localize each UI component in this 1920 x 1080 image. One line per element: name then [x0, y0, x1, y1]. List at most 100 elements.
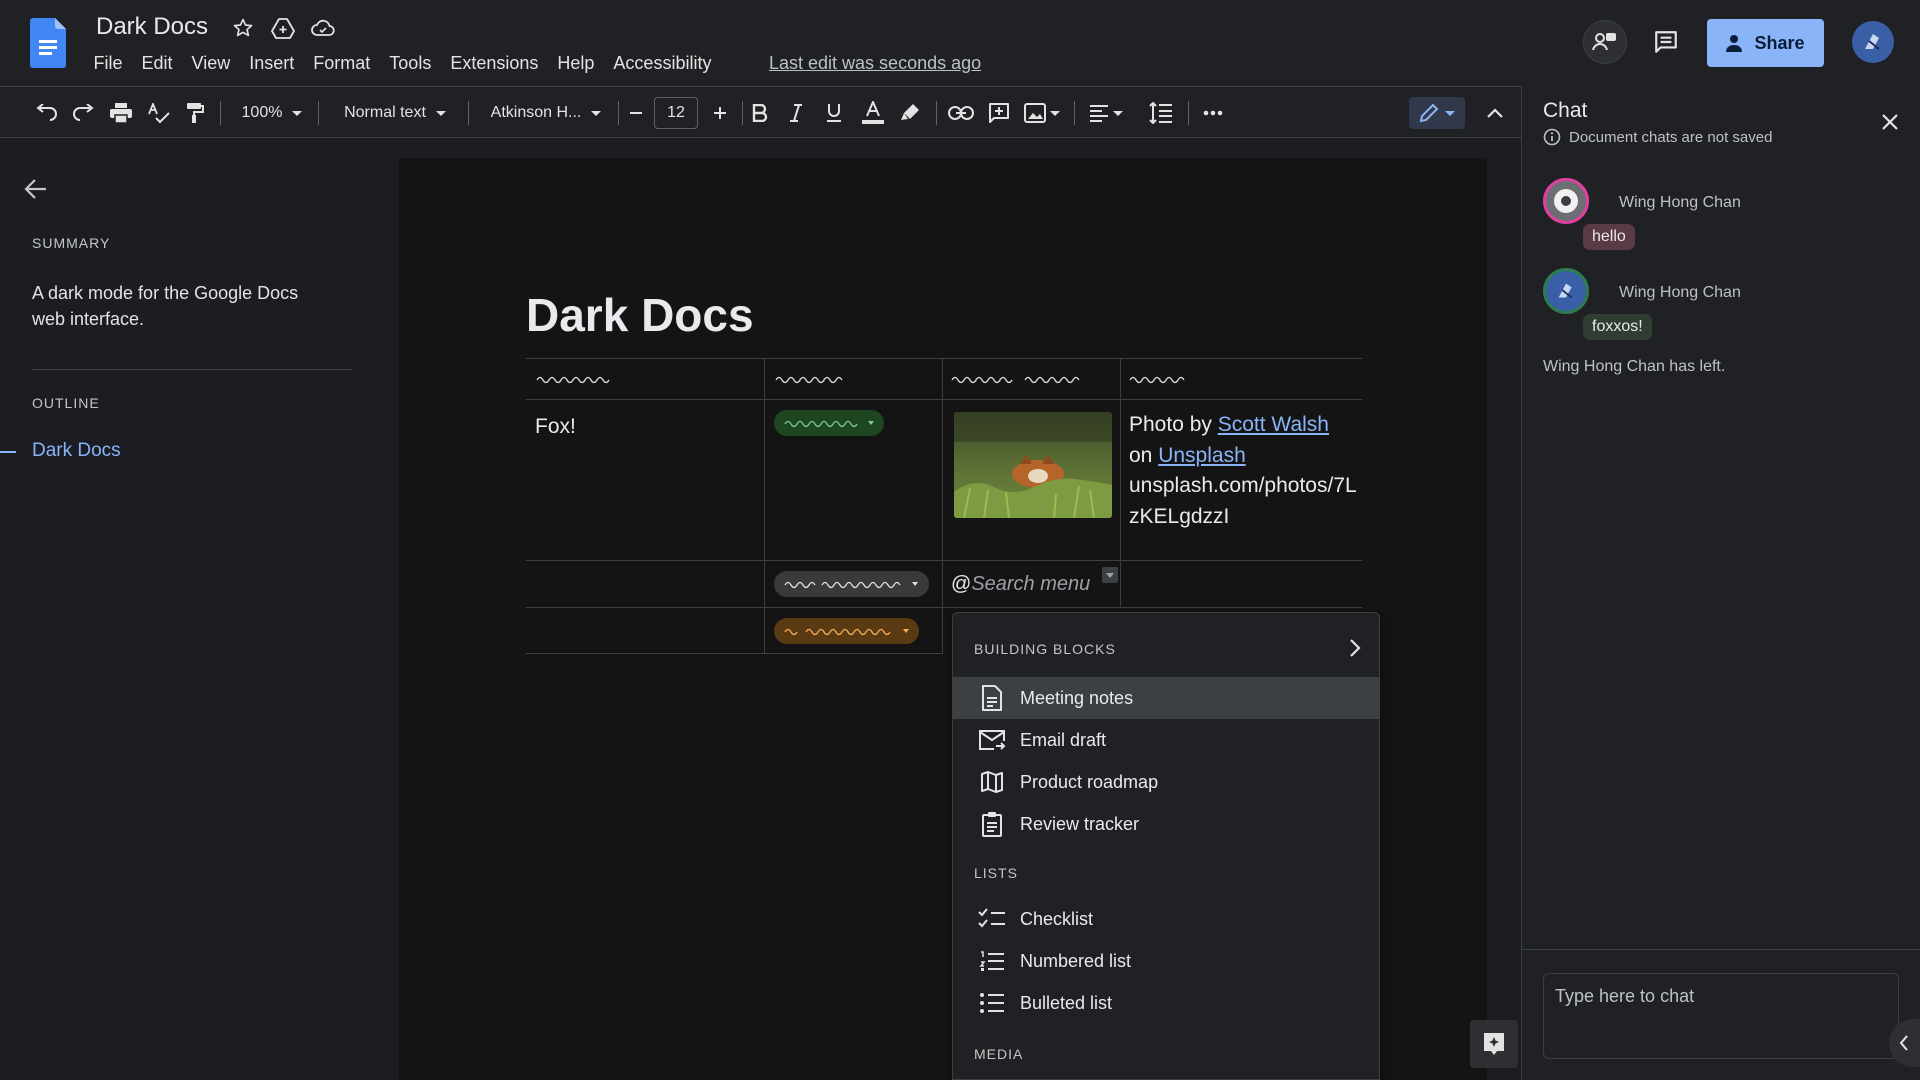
menu-item-checklist[interactable]: Checklist — [953, 898, 1379, 940]
zoom-select[interactable]: 100% — [236, 97, 308, 129]
menu-file[interactable]: File — [84, 53, 132, 74]
bold-icon[interactable] — [746, 97, 774, 129]
paragraph-style-select[interactable]: Normal text — [332, 97, 458, 129]
table-cell[interactable] — [765, 400, 943, 561]
table-header-cell[interactable] — [765, 358, 943, 400]
unsplash-link[interactable]: Unsplash — [1158, 444, 1246, 467]
table-cell[interactable] — [765, 561, 943, 608]
chat-left-notice: Wing Hong Chan has left. — [1543, 358, 1726, 375]
section-building-blocks: BUILDING BLOCKS — [974, 641, 1116, 657]
spellcheck-icon[interactable] — [144, 97, 174, 129]
cell-menu-button[interactable] — [1102, 567, 1118, 583]
move-to-drive-icon[interactable] — [270, 15, 296, 41]
at-menu-dropdown: BUILDING BLOCKS Meeting notes Email draf… — [952, 612, 1380, 1080]
highlight-color-icon[interactable] — [896, 97, 926, 129]
align-icon[interactable] — [1084, 97, 1128, 129]
editing-mode-button[interactable] — [1409, 97, 1465, 129]
table-header-cell[interactable] — [943, 358, 1121, 400]
document-title[interactable]: Dark Docs — [96, 13, 208, 41]
menu-item-email-draft[interactable]: Email draft — [953, 719, 1379, 761]
avatar[interactable] — [1543, 178, 1589, 224]
link-icon[interactable] — [946, 97, 976, 129]
add-comment-icon[interactable] — [984, 97, 1014, 129]
line-spacing-icon[interactable] — [1146, 97, 1176, 129]
table-cell[interactable]: Photo by Scott Walsh on Unsplash unsplas… — [1121, 400, 1362, 561]
table-header-cell[interactable] — [526, 358, 765, 400]
print-icon[interactable] — [106, 97, 136, 129]
chevron-down-icon — [912, 582, 918, 586]
menu-item-bulleted-list[interactable]: Bulleted list — [953, 982, 1379, 1024]
author-link[interactable]: Scott Walsh — [1218, 413, 1329, 436]
table-cell[interactable] — [526, 608, 765, 654]
divider — [1522, 949, 1920, 950]
account-avatar[interactable] — [1852, 21, 1894, 63]
docs-logo-icon[interactable] — [30, 18, 66, 68]
plus-icon — [714, 107, 726, 119]
table-cell[interactable] — [943, 400, 1121, 561]
status-chip[interactable] — [774, 571, 929, 597]
menu-edit[interactable]: Edit — [132, 53, 182, 74]
at-mention-input[interactable]: @Search menu — [951, 573, 1090, 596]
font-size-input[interactable]: 12 — [654, 97, 698, 129]
decrease-font-size-button[interactable] — [622, 97, 650, 129]
chevron-right-icon[interactable] — [1349, 639, 1361, 657]
last-edit-link[interactable]: Last edit was seconds ago — [769, 53, 981, 74]
more-options-icon[interactable] — [1198, 97, 1228, 129]
chevron-down-icon — [903, 629, 909, 633]
table-cell[interactable] — [526, 561, 765, 608]
comment-icon — [1655, 31, 1677, 53]
chevron-down-icon — [1445, 110, 1455, 116]
text-color-icon[interactable] — [858, 97, 888, 129]
chat-input[interactable]: Type here to chat — [1543, 973, 1899, 1059]
increase-font-size-button[interactable] — [706, 97, 734, 129]
menu-format[interactable]: Format — [304, 53, 380, 74]
outline-item-dark-docs[interactable]: Dark Docs — [32, 440, 121, 462]
back-arrow-icon[interactable] — [24, 178, 48, 200]
menu-item-numbered-list[interactable]: Numbered list — [953, 940, 1379, 982]
table-header-cell[interactable] — [1121, 358, 1362, 400]
font-family-select[interactable]: Atkinson H... — [484, 97, 608, 129]
table-cell[interactable] — [765, 608, 943, 654]
avatar[interactable] — [1543, 268, 1589, 314]
pencil-icon — [1419, 103, 1439, 123]
status-chip[interactable] — [774, 618, 919, 644]
menu-item-product-roadmap[interactable]: Product roadmap — [953, 761, 1379, 803]
underline-icon[interactable] — [820, 97, 848, 129]
meet-icon — [1592, 33, 1616, 51]
redacted-text — [1129, 376, 1185, 384]
table-cell[interactable]: Fox! — [526, 400, 765, 561]
menu-help[interactable]: Help — [548, 53, 604, 74]
table-cell[interactable] — [1121, 561, 1362, 608]
status-chip[interactable] — [774, 410, 884, 436]
explore-button[interactable] — [1470, 1020, 1518, 1068]
person-icon — [1726, 35, 1743, 52]
table-cell[interactable]: @Search menu — [943, 561, 1121, 608]
italic-icon[interactable] — [782, 97, 810, 129]
cloud-saved-icon[interactable] — [310, 15, 336, 41]
fox-photo[interactable] — [954, 412, 1112, 518]
menu-insert[interactable]: Insert — [240, 53, 304, 74]
share-button[interactable]: Share — [1707, 19, 1824, 67]
menu-item-review-tracker[interactable]: Review tracker — [953, 803, 1379, 845]
app-header: Dark Docs File Edit View Insert Format T… — [0, 0, 1920, 86]
redo-icon[interactable] — [68, 97, 98, 129]
chat-author: Wing Hong Chan — [1619, 284, 1741, 301]
menu-item-label: Numbered list — [1020, 950, 1132, 971]
insert-image-icon[interactable] — [1020, 97, 1064, 129]
zoom-value: 100% — [241, 104, 283, 121]
star-icon[interactable] — [230, 15, 256, 41]
close-icon[interactable] — [1882, 114, 1898, 130]
meet-button[interactable] — [1583, 20, 1627, 64]
collapse-menus-icon[interactable] — [1480, 97, 1510, 129]
summary-text[interactable]: A dark mode for the Google Docs web inte… — [32, 280, 332, 332]
menu-accessibility[interactable]: Accessibility — [604, 53, 721, 74]
chevron-down-icon — [1113, 110, 1123, 116]
menu-view[interactable]: View — [182, 53, 240, 74]
comments-button[interactable] — [1644, 20, 1688, 64]
undo-icon[interactable] — [32, 97, 62, 129]
menu-extensions[interactable]: Extensions — [441, 53, 548, 74]
document-heading[interactable]: Dark Docs — [526, 288, 754, 342]
menu-tools[interactable]: Tools — [380, 53, 441, 74]
paint-format-icon[interactable] — [180, 97, 210, 129]
menu-item-meeting-notes[interactable]: Meeting notes — [953, 677, 1379, 719]
